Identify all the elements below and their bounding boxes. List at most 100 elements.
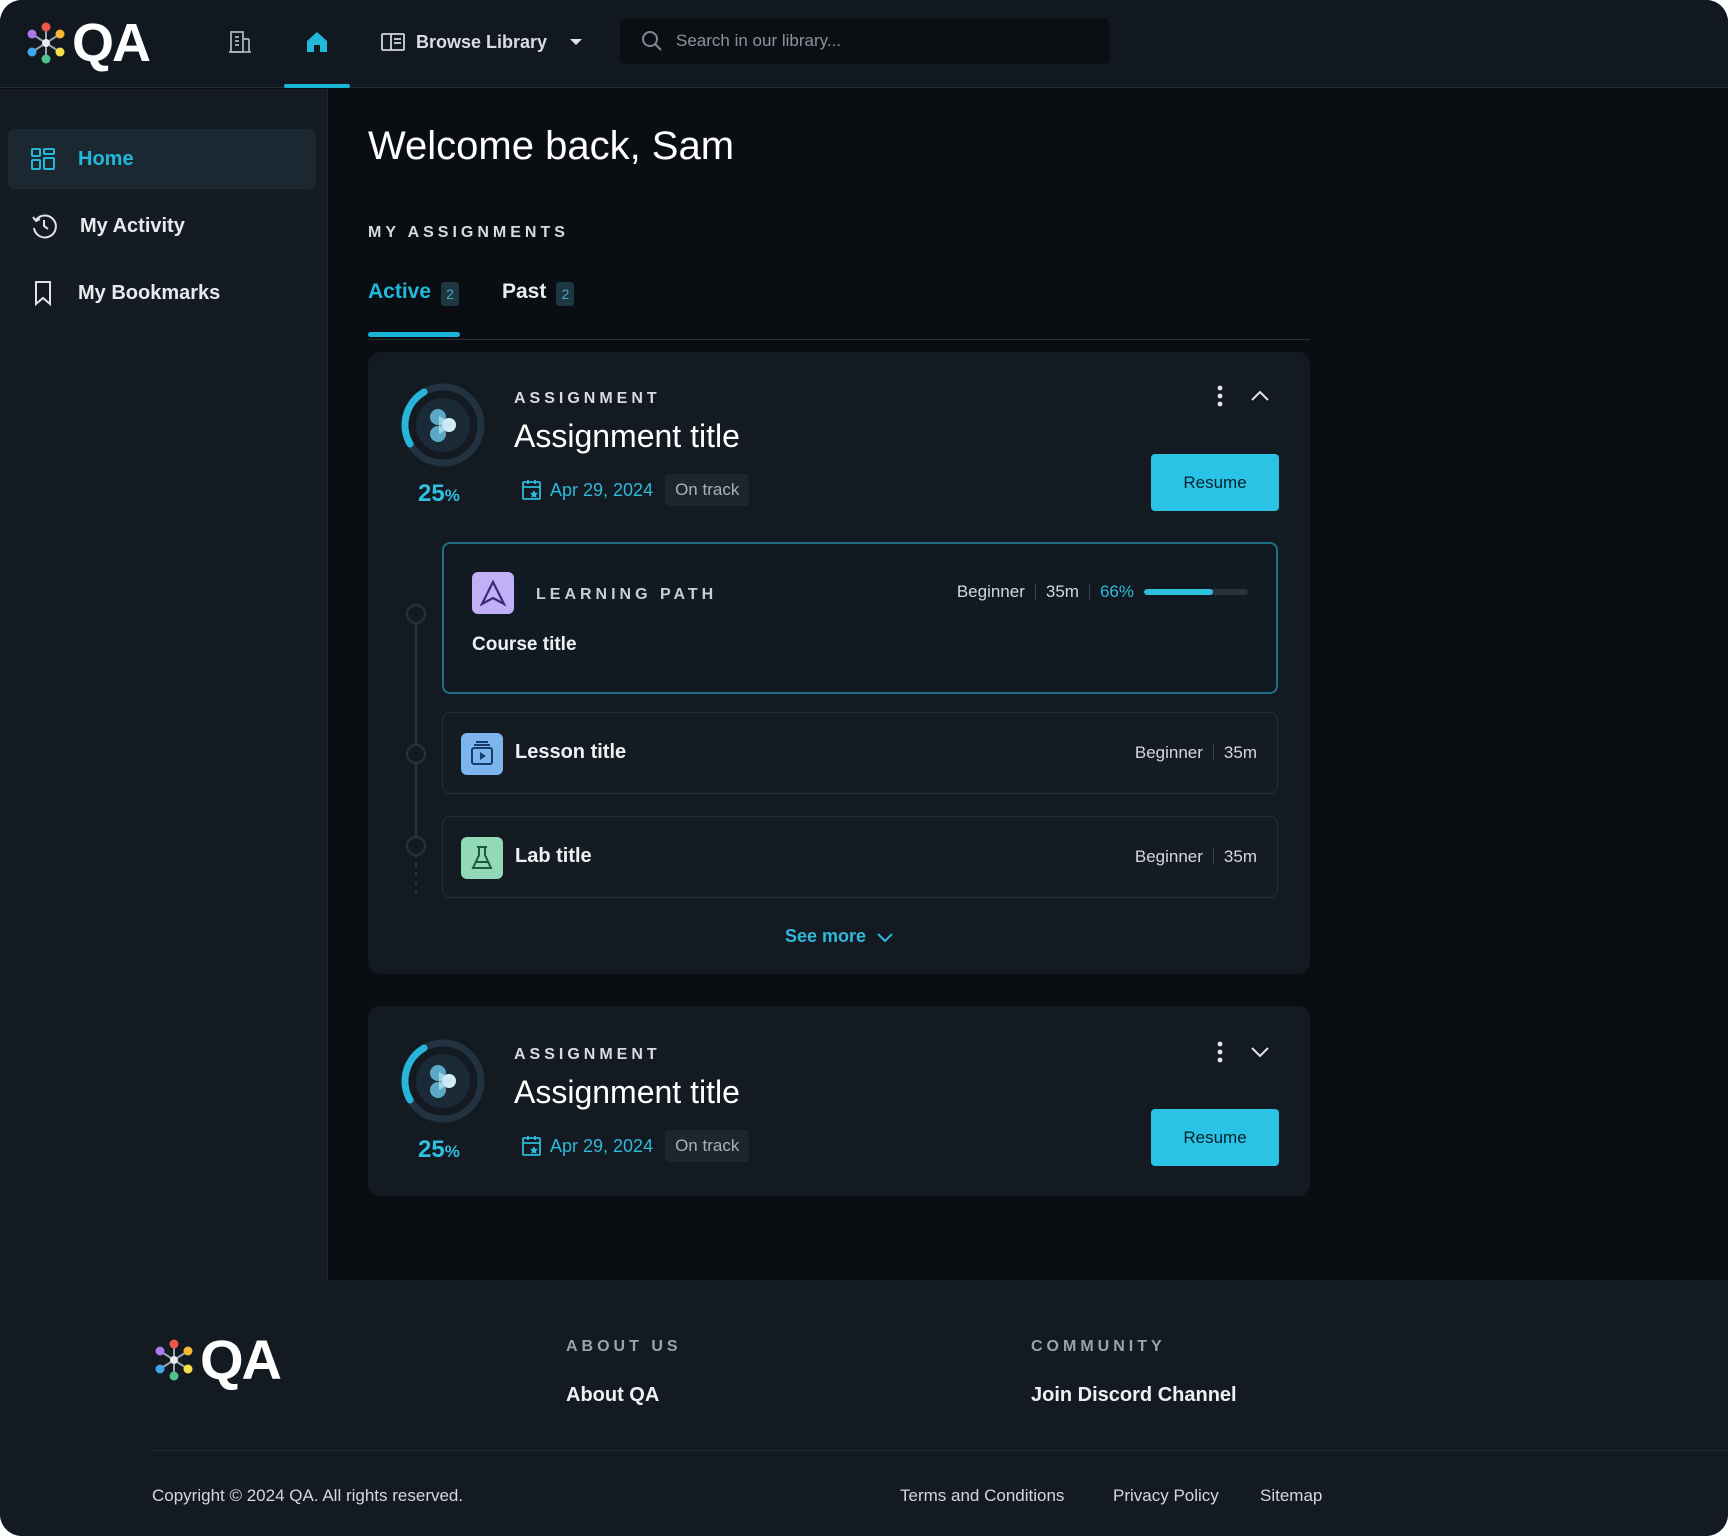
- bookmark-icon: [35, 281, 51, 307]
- calendar-star-icon: [522, 480, 541, 500]
- organization-icon[interactable]: [222, 24, 258, 60]
- duration-text: 35m: [1223, 847, 1257, 866]
- caret-down-icon: [570, 39, 583, 45]
- due-date-text: Apr 29, 2024: [550, 479, 654, 500]
- resume-button[interactable]: Resume: [1151, 1109, 1279, 1166]
- due-date: Apr 29, 2024: [520, 478, 653, 502]
- tab-active-indicator: [368, 332, 460, 337]
- status-badge: On track: [665, 1130, 750, 1162]
- qa-logo-text: QA: [72, 13, 151, 73]
- duration-text: 35m: [1223, 743, 1257, 762]
- due-date: Apr 29, 2024: [520, 1134, 653, 1158]
- sidebar-item-my-activity[interactable]: My Activity: [8, 196, 316, 256]
- tab-label: Past: [502, 280, 547, 303]
- divider: [1088, 584, 1090, 600]
- assignment-tabs: Active 2 Past 2: [368, 280, 1310, 340]
- search-icon: [642, 31, 662, 51]
- top-navigation-bar: QA Browse Library: [0, 0, 1728, 88]
- tabs-divider: [368, 339, 1310, 340]
- lab-icon: [461, 837, 503, 879]
- timeline-line: [415, 608, 417, 854]
- lab-title: Lab title: [515, 845, 592, 867]
- footer: QA ABOUT US About QA COMMUNITY Join Disc…: [0, 1280, 1728, 1536]
- search-input[interactable]: [676, 31, 1096, 51]
- app-window: QA Browse Library Search in our library.…: [0, 0, 1728, 1536]
- item-type-label: LEARNING PATH: [536, 586, 718, 603]
- more-options-icon[interactable]: [1208, 384, 1232, 408]
- history-icon: [32, 214, 57, 239]
- tab-label: Active: [368, 280, 432, 303]
- see-more-link[interactable]: See more: [785, 926, 894, 947]
- item-progress-bar-fill: [1144, 589, 1213, 595]
- sidebar: Home My Activity My Bookmarks: [0, 89, 328, 1280]
- due-date-text: Apr 29, 2024: [550, 1135, 654, 1156]
- item-progress-percent: 66%: [1099, 582, 1134, 601]
- assignment-card: 25% ASSIGNMENT Assignment title Apr 29, …: [368, 352, 1310, 974]
- browse-library-dropdown[interactable]: Browse Library: [380, 26, 583, 58]
- home-nav-icon[interactable]: [299, 24, 335, 60]
- assignment-progress-ring: [401, 1039, 485, 1123]
- assignment-progress-percent: 25%: [418, 1136, 460, 1163]
- learning-path-icon: [472, 572, 514, 614]
- qa-logo[interactable]: QA: [24, 13, 151, 73]
- assignment-type-label: ASSIGNMENT: [514, 390, 661, 407]
- duration-text: 35m: [1045, 582, 1079, 601]
- qa-logo-mark-icon: [155, 1339, 193, 1381]
- divider: [1212, 745, 1214, 761]
- learning-path-item[interactable]: LEARNING PATH Beginner 35m 66% Course ti…: [442, 542, 1278, 694]
- item-meta: Beginner 35m 66%: [957, 582, 1248, 602]
- sidebar-item-label: My Bookmarks: [78, 281, 221, 304]
- sidebar-item-home[interactable]: Home: [8, 129, 316, 189]
- page-title: Welcome back, Sam: [368, 124, 735, 168]
- assignment-progress-percent: 25%: [418, 480, 460, 507]
- assignment-card: 25% ASSIGNMENT Assignment title Apr 29, …: [368, 1006, 1310, 1196]
- resume-button[interactable]: Resume: [1151, 454, 1279, 511]
- course-title: Course title: [472, 634, 577, 655]
- community-heading: COMMUNITY: [1031, 1338, 1166, 1355]
- timeline-line-dashed: [415, 854, 417, 898]
- chevron-down-icon: [877, 932, 893, 942]
- privacy-policy-link[interactable]: Privacy Policy: [1113, 1486, 1219, 1506]
- lesson-item[interactable]: Lesson title Beginner 35m: [442, 712, 1278, 794]
- lab-item[interactable]: Lab title Beginner 35m: [442, 816, 1278, 898]
- qa-logo-text: QA: [200, 1328, 282, 1391]
- about-heading: ABOUT US: [566, 1338, 682, 1355]
- divider: [1212, 849, 1214, 865]
- book-icon: [381, 33, 405, 51]
- about-qa-link[interactable]: About QA: [566, 1384, 659, 1407]
- lesson-icon: [461, 733, 503, 775]
- collapse-chevron-up-icon[interactable]: [1248, 384, 1272, 408]
- tab-count-badge: 2: [556, 282, 575, 306]
- copyright-text: Copyright © 2024 QA. All rights reserved…: [152, 1486, 464, 1505]
- item-meta: Beginner 35m: [1135, 847, 1257, 867]
- tab-count-badge: 2: [441, 282, 460, 306]
- sitemap-link[interactable]: Sitemap: [1260, 1486, 1322, 1506]
- assignment-title[interactable]: Assignment title: [514, 418, 740, 455]
- sidebar-item-my-bookmarks[interactable]: My Bookmarks: [8, 263, 316, 323]
- assignment-title[interactable]: Assignment title: [514, 1074, 740, 1111]
- grid-icon: [31, 148, 55, 170]
- tab-past[interactable]: Past 2: [502, 280, 575, 336]
- qa-logo-mark-icon: [27, 22, 65, 64]
- timeline-dot: [406, 604, 426, 624]
- more-options-icon[interactable]: [1208, 1040, 1232, 1064]
- timeline-dot: [406, 836, 426, 856]
- expand-chevron-down-icon[interactable]: [1248, 1040, 1272, 1064]
- assignment-type-label: ASSIGNMENT: [514, 1046, 661, 1063]
- level-text: Beginner: [1134, 743, 1203, 762]
- join-discord-link[interactable]: Join Discord Channel: [1031, 1384, 1237, 1407]
- terms-link[interactable]: Terms and Conditions: [900, 1486, 1064, 1506]
- search-bar: [620, 18, 1110, 64]
- assignment-meta: Apr 29, 2024 On track: [520, 474, 750, 506]
- calendar-star-icon: [522, 1136, 541, 1156]
- assignments-heading: MY ASSIGNMENTS: [368, 224, 569, 241]
- browse-library-label: Browse Library: [416, 31, 548, 52]
- tab-active[interactable]: Active 2: [368, 280, 460, 336]
- divider: [1034, 584, 1036, 600]
- footer-qa-logo[interactable]: QA: [152, 1328, 282, 1391]
- item-progress-bar: [1144, 589, 1248, 595]
- assignment-meta: Apr 29, 2024 On track: [520, 1130, 750, 1162]
- item-meta: Beginner 35m: [1135, 743, 1257, 763]
- timeline-dot: [406, 744, 426, 764]
- sidebar-item-label: My Activity: [80, 214, 185, 237]
